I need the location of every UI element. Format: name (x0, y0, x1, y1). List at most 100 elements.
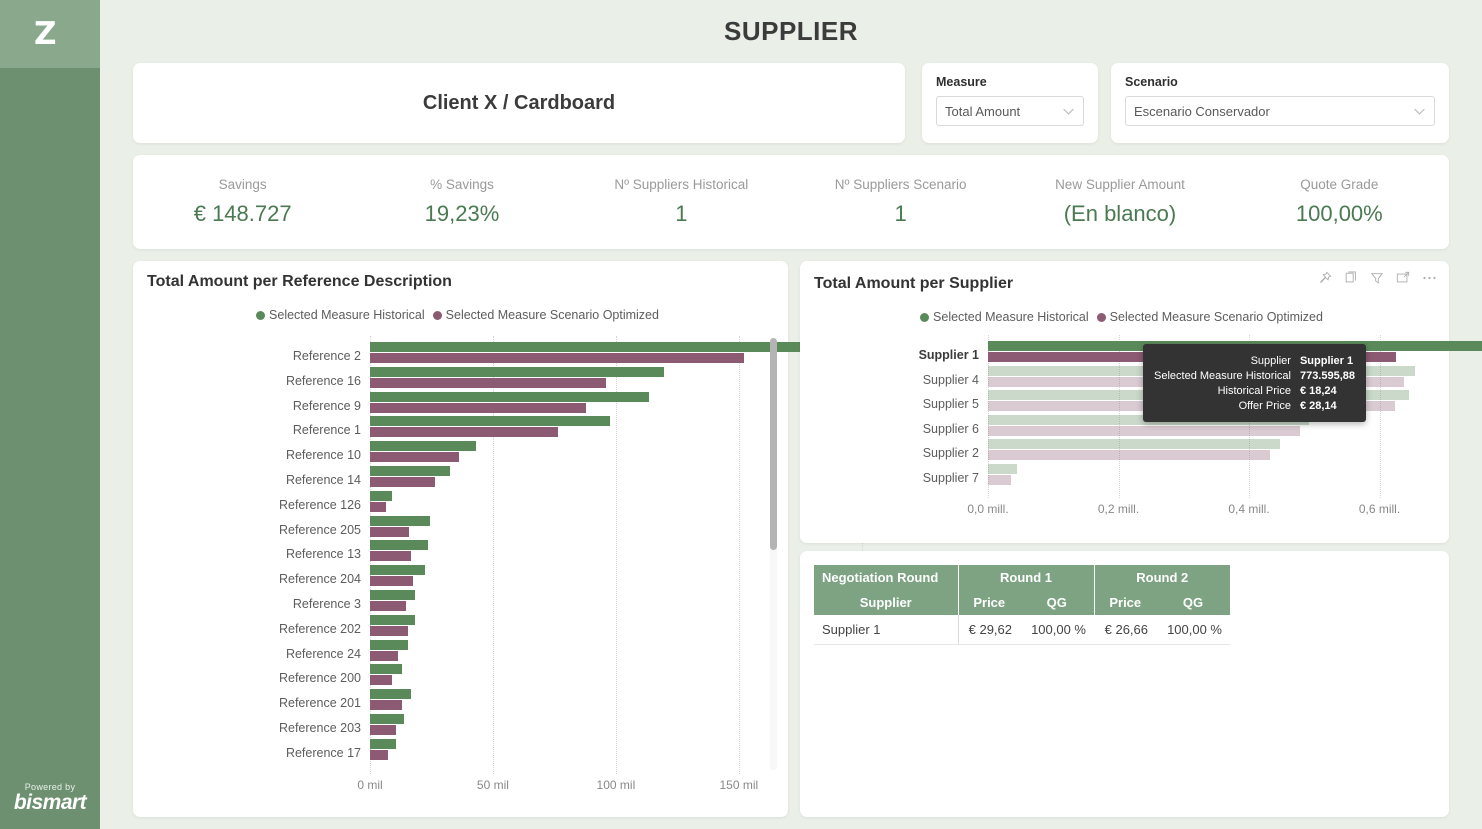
axis-tick-label: 0 mil (357, 778, 383, 792)
chart-bar[interactable] (370, 714, 405, 724)
category-axis-label[interactable]: Reference 1 (133, 423, 370, 437)
matrix-header-negotiation-round[interactable]: Negotiation Round (814, 565, 958, 590)
table-row[interactable]: Supplier 1 € 29,62 100,00 % € 26,66 100,… (814, 615, 1230, 645)
chart-bar[interactable] (370, 342, 833, 352)
category-axis-label[interactable]: Supplier 7 (800, 471, 988, 485)
legend-label-historical: Selected Measure Historical (933, 310, 1089, 324)
legend-item-historical[interactable]: Selected Measure Historical (256, 308, 425, 322)
chart-bar[interactable] (370, 749, 389, 760)
chart-bar[interactable] (370, 551, 411, 562)
chart-bar[interactable] (988, 425, 1300, 436)
chart-bar[interactable] (370, 576, 414, 587)
chart-bar[interactable] (370, 601, 406, 611)
category-axis-label[interactable]: Supplier 1 (800, 348, 988, 362)
chart-bar[interactable] (370, 625, 409, 636)
kpi-label: Quote Grade (1300, 177, 1379, 192)
chart-bar[interactable] (370, 725, 396, 735)
matrix-header-round-2[interactable]: Round 2 (1093, 565, 1230, 590)
chart-plot-area[interactable]: 0 mil50 mil100 mil150 mil200 milReferenc… (133, 334, 881, 804)
chart-bar[interactable] (370, 540, 428, 551)
chart-bar[interactable] (370, 353, 744, 363)
chart-bar[interactable] (370, 565, 426, 576)
category-axis-label[interactable]: Reference 9 (133, 399, 370, 413)
category-axis-label[interactable]: Reference 201 (133, 696, 370, 710)
kpi-label: % Savings (430, 177, 494, 192)
filter-icon[interactable] (1370, 271, 1384, 285)
category-axis-label[interactable]: Supplier 4 (800, 373, 988, 387)
matrix-subheader-r2-price[interactable]: Price (1093, 590, 1156, 615)
category-axis-label[interactable]: Reference 16 (133, 374, 370, 388)
chart-bar[interactable] (370, 738, 396, 749)
chart-bar[interactable] (370, 391, 650, 402)
category-axis-label[interactable]: Reference 10 (133, 448, 370, 462)
axis-tick-label: 0,6 mill. (1358, 502, 1401, 516)
chart-bar[interactable] (988, 475, 1011, 485)
visual-negotiation-round-matrix: Negotiation Round Round 1 Round 2 Suppli… (800, 551, 1449, 817)
kpi-value: 19,23% (424, 201, 500, 226)
measure-slicer-dropdown[interactable]: Total Amount (936, 96, 1084, 126)
matrix-subheader-r1-qg[interactable]: QG (1020, 590, 1094, 615)
chart-bar[interactable] (370, 477, 436, 487)
chart-bar[interactable] (370, 650, 399, 661)
category-axis-label[interactable]: Reference 203 (133, 721, 370, 735)
category-axis-label[interactable]: Reference 17 (133, 746, 370, 760)
chart-bar[interactable] (370, 700, 402, 711)
chart-bar[interactable] (370, 490, 393, 501)
category-axis-label[interactable]: Supplier 2 (800, 446, 988, 460)
category-axis-label[interactable]: Reference 202 (133, 622, 370, 636)
tooltip-row: Supplier Supplier 1 (1154, 353, 1355, 368)
pin-icon[interactable] (1318, 271, 1332, 285)
chart-bar[interactable] (370, 614, 416, 625)
chart-bar[interactable] (370, 466, 450, 476)
chart-bar[interactable] (370, 664, 402, 675)
category-axis-label[interactable]: Reference 204 (133, 572, 370, 586)
legend-item-historical[interactable]: Selected Measure Historical (920, 310, 1089, 324)
chart-bar[interactable] (988, 464, 1018, 474)
category-axis-label[interactable]: Reference 2 (133, 349, 370, 363)
scenario-slicer-dropdown[interactable]: Escenario Conservador (1125, 96, 1435, 126)
visual-header-actions (1318, 271, 1437, 285)
chart-bar[interactable] (988, 450, 1270, 461)
chart-bar[interactable] (370, 689, 411, 700)
more-options-icon[interactable] (1422, 271, 1437, 285)
matrix-subheader-r2-qg[interactable]: QG (1156, 590, 1230, 615)
chart-bar[interactable] (370, 526, 410, 537)
legend-item-optimized[interactable]: Selected Measure Scenario Optimized (432, 308, 659, 322)
focus-mode-icon[interactable] (1396, 271, 1410, 285)
chart-bar[interactable] (370, 377, 607, 388)
matrix-header-round-1[interactable]: Round 1 (957, 565, 1094, 590)
category-axis-label[interactable]: Reference 13 (133, 547, 370, 561)
chart-legend: Selected Measure Historical Selected Mea… (800, 310, 1449, 324)
chart-bar[interactable] (370, 366, 664, 377)
category-axis-label[interactable]: Reference 200 (133, 671, 370, 685)
chart-bar[interactable] (370, 501, 386, 512)
matrix-subheader-r1-price[interactable]: Price (957, 590, 1020, 615)
chart-bar[interactable] (370, 590, 416, 600)
category-axis-label[interactable]: Reference 126 (133, 498, 370, 512)
chart-bar[interactable] (988, 439, 1280, 450)
chart-bar[interactable] (370, 416, 610, 427)
category-axis-label[interactable]: Supplier 6 (800, 422, 988, 436)
legend-dot-optimized (1096, 312, 1106, 322)
legend-item-optimized[interactable]: Selected Measure Scenario Optimized (1096, 310, 1323, 324)
matrix-cell-r1-price: € 29,62 (957, 615, 1020, 645)
category-axis-label[interactable]: Reference 205 (133, 523, 370, 537)
kpi-savings: Savings € 148.727 (133, 155, 352, 249)
tooltip-row: Offer Price € 28,14 (1154, 398, 1355, 413)
category-axis-label[interactable]: Supplier 5 (800, 397, 988, 411)
copy-icon[interactable] (1344, 271, 1358, 285)
chart-bar[interactable] (370, 515, 431, 526)
category-axis-label[interactable]: Reference 24 (133, 647, 370, 661)
category-axis-label[interactable]: Reference 3 (133, 597, 370, 611)
chart-bar[interactable] (370, 441, 476, 452)
chart-bar[interactable] (370, 427, 559, 438)
axis-tick-label: 100 mil (596, 778, 636, 792)
tooltip-key: Offer Price (1238, 399, 1291, 412)
category-axis-label[interactable]: Reference 14 (133, 473, 370, 487)
chart-scrollbar-thumb[interactable] (770, 338, 777, 550)
chart-bar[interactable] (370, 452, 459, 463)
chart-bar[interactable] (370, 639, 409, 650)
chart-bar[interactable] (370, 675, 393, 686)
matrix-subheader-supplier[interactable]: Supplier (814, 590, 958, 615)
chart-bar[interactable] (370, 402, 587, 413)
